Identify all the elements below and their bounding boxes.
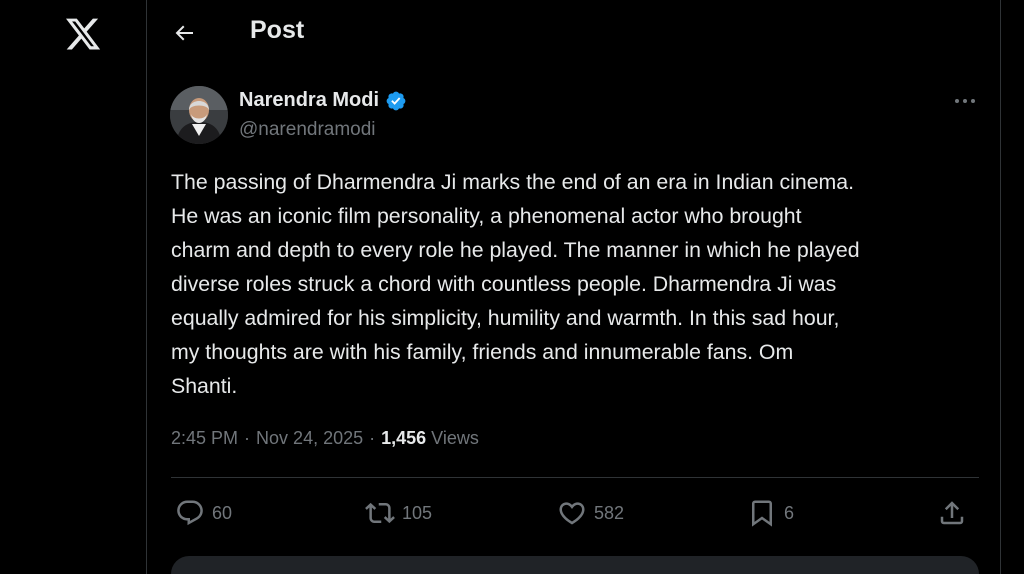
post-date[interactable]: Nov 24, 2025 (256, 428, 363, 449)
views-count: 1,456 (381, 428, 427, 448)
repost-count: 105 (402, 502, 433, 523)
name-row: Narendra Modi (239, 89, 407, 112)
reply-composer[interactable] (171, 556, 979, 574)
author-display-name[interactable]: Narendra Modi (239, 89, 379, 112)
verified-badge-icon (385, 90, 407, 112)
post-header: Post (147, 0, 1000, 64)
reply-count: 60 (212, 502, 233, 523)
reply-icon (177, 500, 203, 526)
bookmark-button[interactable]: 6 (747, 495, 794, 531)
action-bar: 60 105 582 6 (171, 495, 979, 531)
repost-button[interactable]: 105 (365, 495, 432, 531)
back-button[interactable] (167, 16, 201, 50)
avatar[interactable] (170, 86, 228, 144)
post-time[interactable]: 2:45 PM (171, 428, 238, 449)
arrow-left-icon (175, 25, 193, 41)
bookmark-count: 6 (784, 502, 795, 523)
page-title: Post (250, 16, 305, 44)
author-handle[interactable]: @narendramodi (239, 119, 376, 141)
bookmark-icon (752, 500, 772, 527)
divider (171, 477, 979, 478)
views-label: Views (431, 428, 479, 448)
sidebar (0, 0, 146, 574)
post-text: The passing of Dharmendra Ji marks the e… (171, 170, 860, 398)
like-count: 582 (594, 502, 625, 523)
repost-icon (365, 502, 395, 524)
share-icon (940, 501, 964, 525)
reply-button[interactable]: 60 (175, 495, 232, 531)
heart-icon (559, 502, 585, 525)
meta-separator: · (369, 428, 376, 448)
more-options-button[interactable] (947, 88, 983, 114)
more-icon (955, 99, 975, 103)
meta-separator: · (244, 428, 251, 448)
x-logo-icon[interactable] (64, 15, 102, 53)
post-meta: 2:45 PM · Nov 24, 2025 · 1,456 Views (171, 428, 479, 449)
post-column: Post Narendra Modi @narendramodi The pas… (146, 0, 1001, 574)
like-button[interactable]: 582 (557, 495, 624, 531)
share-button[interactable] (937, 495, 967, 531)
